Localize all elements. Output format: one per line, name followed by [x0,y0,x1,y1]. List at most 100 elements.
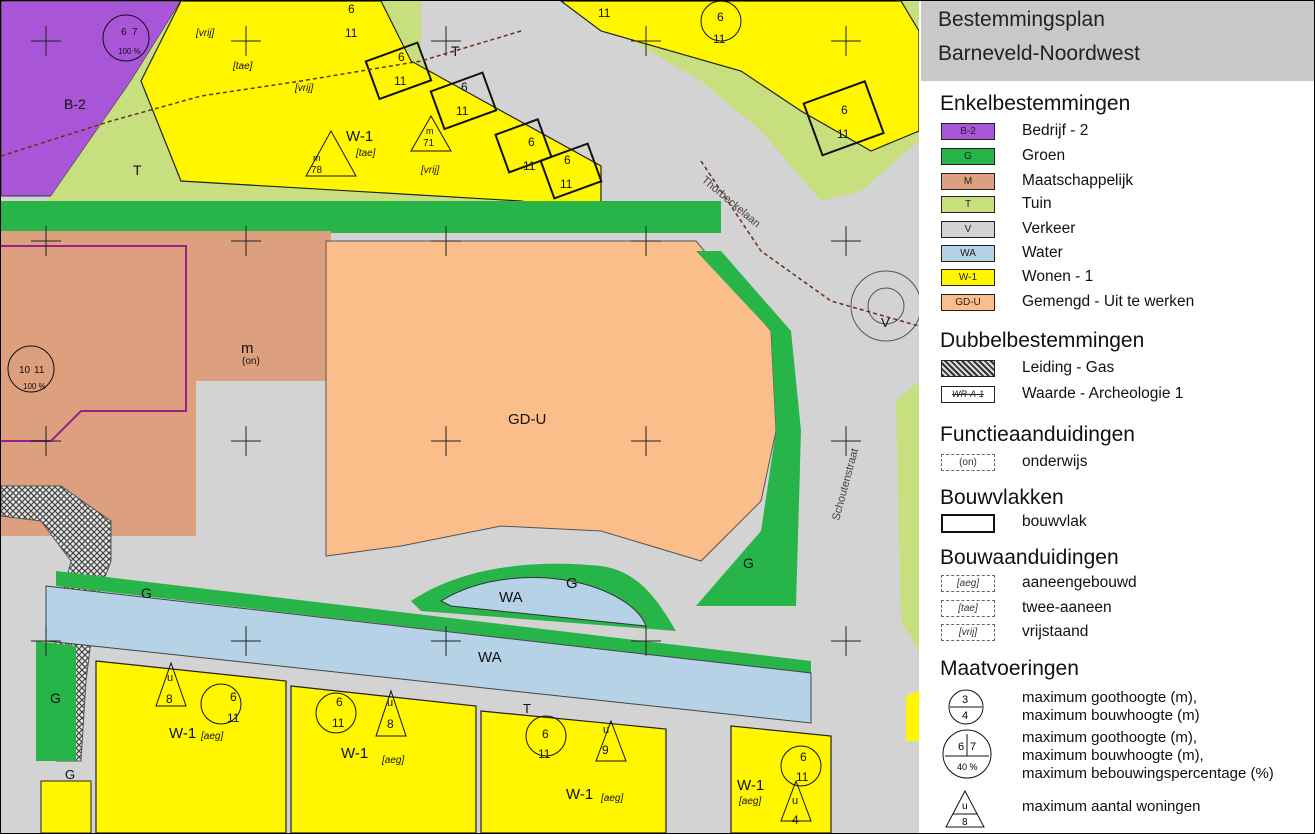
groen-strip-north [1,201,721,233]
swatch-archeologie: WR-A-1 [941,386,995,403]
legend-label-wonen: Wonen - 1 [1022,268,1094,285]
legend-item-verkeer: V Verkeer [941,220,1311,240]
label-g1: G [743,555,754,571]
label-num6-m: 6 [542,727,549,741]
label-num7-i: 7 [132,27,138,38]
label-num6-d: 6 [528,135,535,149]
legend-label-tuin: Tuin [1022,195,1052,212]
label-num6-k: 6 [230,690,237,704]
section-functie: Functieaanduidingen [940,423,1135,446]
legend-item-bouwvlak: bouwvlak [941,513,1311,533]
legend-label-groen: Groen [1022,147,1066,164]
legend-item-tae: [tae] twee-aaneen [941,599,1311,619]
section-dubbel: Dubbelbestemmingen [940,329,1145,352]
sym3-bottom: 8 [962,817,968,828]
swatch-gas [941,360,995,377]
label-num8-b: 8 [387,717,394,731]
label-wa1: WA [499,589,523,606]
sym1-top: 3 [962,694,968,706]
swatch-maatschappelijk: M [941,173,995,190]
label-t3: T [523,701,531,716]
wonen-block-5 [40,780,92,833]
legend-label-gas: Leiding - Gas [1022,359,1115,376]
legend-label-aeg: aaneengebouwd [1022,574,1137,591]
label-num11-f: 11 [598,6,611,20]
label-num11-j: 11 [34,365,45,376]
sym2-left: 6 [958,741,964,753]
legend-title-box: Bestemmingsplan Barneveld-Noordwest [921,1,1314,81]
label-tae2: [tae] [355,148,376,159]
legend-item-vrij: [vrij] vrijstaand [941,623,1311,643]
label-num6-b: 6 [398,50,405,64]
legend-item-water: WA Water [941,244,1311,264]
label-aeg4: [aeg] [738,796,761,807]
maat-text-2c: maximum bebouwingspercentage (%) [1022,765,1274,782]
label-aeg1: [aeg] [200,731,223,742]
label-num11-h: 11 [837,127,850,141]
swatch-verkeer: V [941,221,995,238]
label-num8-a: 8 [166,692,173,706]
label-g3: G [141,585,152,601]
label-t1: T [133,162,142,178]
label-num11-e: 11 [560,177,573,191]
maat-text-3: maximum aantal woningen [1022,798,1201,815]
legend-item-gemengd: GD-U Gemengd - Uit te werken [941,293,1311,313]
label-g4: G [50,690,61,706]
legend-label-bouwvlak: bouwvlak [1022,513,1087,530]
label-u3: u [603,724,609,736]
label-num71: 71 [423,138,435,149]
legend-label-maatschappelijk: Maatschappelijk [1022,172,1134,189]
label-m2: m [426,126,434,136]
label-num6-l: 6 [336,695,343,709]
label-g2: G [566,575,578,592]
section-enkel: Enkelbestemmingen [940,92,1131,115]
label-num6-g: 6 [717,10,724,24]
legend-item-wonen: W-1 Wonen - 1 [941,268,1311,288]
legend-title-line1: Bestemmingsplan [938,8,1105,31]
gemengd-area [325,240,777,562]
swatch-tae: [tae] [941,600,995,617]
zoning-map[interactable]: B-2 T T T W-1 [tae] [tae] [vrij] [vrij] … [1,1,919,833]
label-gdu: GD-U [508,411,546,428]
maat-symbol-goot-bouw: 3 4 [948,689,984,725]
legend-item-aeg: [aeg] aaneengebouwd [941,574,1311,594]
label-t2: T [451,43,460,59]
maat-text-1b: maximum bouwhoogte (m) [1022,707,1200,724]
label-num6-n: 6 [800,750,807,764]
maat-symbol-pct: 6 7 40 % [942,729,992,779]
label-num9: 9 [602,743,609,757]
sym2-pct: 40 % [957,762,978,772]
label-m1: m [313,153,321,163]
swatch-aeg: [aeg] [941,575,995,592]
label-w1e: W-1 [737,777,764,794]
label-w1d: W-1 [566,786,593,803]
label-b2: B-2 [64,96,86,112]
sym3-top: u [962,801,968,812]
label-m: m [241,340,254,357]
legend-label-water: Water [1022,244,1063,261]
label-aeg2: [aeg] [381,755,404,766]
legend-item-maatschappelijk: M Maatschappelijk [941,172,1311,192]
label-w1b: W-1 [169,725,196,742]
swatch-water: WA [941,245,995,262]
label-num11-n: 11 [796,770,809,784]
label-num11-d: 11 [523,159,536,173]
legend-panel: Bestemmingsplan Barneveld-Noordwest Enke… [921,1,1314,833]
legend-label-onderwijs: onderwijs [1022,453,1088,470]
label-w1c: W-1 [341,745,368,762]
label-num6-h: 6 [841,103,848,117]
legend-item-onderwijs: (on) onderwijs [941,453,1311,473]
label-num11-m: 11 [538,747,551,761]
label-num78: 78 [311,165,323,176]
label-vrij2: [vrij] [294,83,314,94]
swatch-groen: G [941,148,995,165]
legend-item-bedrijf: B-2 Bedrijf - 2 [941,122,1311,142]
legend-label-vrij: vrijstaand [1022,623,1089,640]
label-w1a: W-1 [346,128,373,145]
legend-item-archeologie: WR-A-1 Waarde - Archeologie 1 [941,385,1311,405]
legend-label-gemengd: Gemengd - Uit te werken [1022,293,1195,310]
swatch-gemengd: GD-U [941,294,995,311]
maat-text-2b: maximum bouwhoogte (m), [1022,747,1204,764]
label-tae1: [tae] [232,61,253,72]
swatch-bouwvlak [941,514,995,533]
